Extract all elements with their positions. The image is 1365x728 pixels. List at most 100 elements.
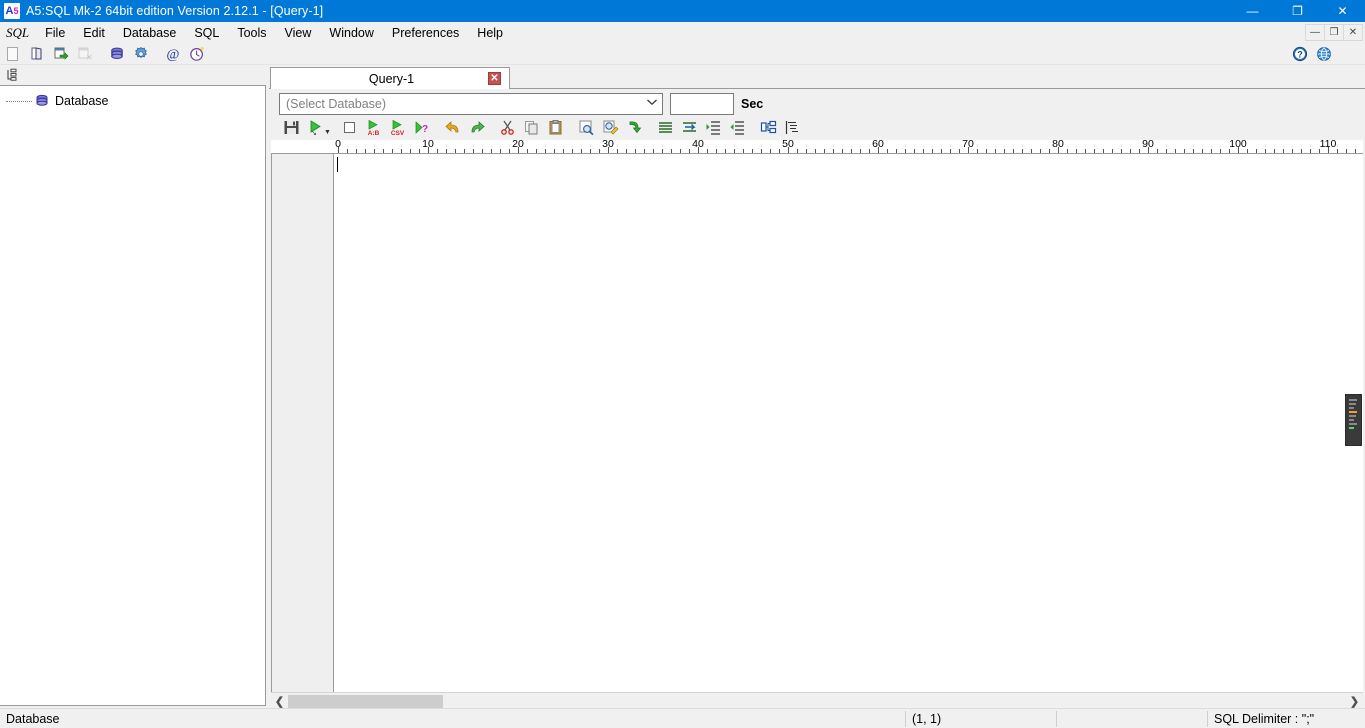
- ruler-tick: [860, 149, 861, 153]
- ruler-tick: [374, 149, 375, 153]
- ruler-tick: [662, 149, 663, 153]
- database-tree[interactable]: Database: [0, 85, 266, 706]
- ruler-tick: [1184, 149, 1185, 153]
- copy-icon[interactable]: [520, 117, 544, 139]
- sql-logo: SQL: [6, 24, 30, 40]
- ruler-tick: [1112, 149, 1113, 153]
- mail-at-icon[interactable]: @: [162, 44, 184, 64]
- ruler-label: 50: [782, 140, 794, 150]
- indent-icon[interactable]: [702, 117, 726, 139]
- mdi-minimize-button[interactable]: —: [1305, 24, 1325, 41]
- menu-item-view[interactable]: View: [276, 24, 321, 42]
- collapse-tree-icon[interactable]: [3, 67, 21, 83]
- scroll-left-icon[interactable]: ❮: [271, 692, 288, 710]
- tab-query-1[interactable]: Query-1 ✕: [270, 67, 510, 90]
- svg-text:↘: ↘: [311, 130, 317, 136]
- query-toolbar: ↘ ▼ A:B CSV ?: [269, 115, 1365, 140]
- tab-strip: Query-1 ✕: [269, 66, 1365, 90]
- execution-plan-icon[interactable]: [781, 117, 805, 139]
- paste-icon[interactable]: [544, 117, 568, 139]
- export-csv-icon[interactable]: CSV: [386, 117, 410, 139]
- ruler-tick: [932, 149, 933, 153]
- status-cursor-position: (1, 1): [912, 711, 942, 726]
- ruler-tick: [869, 149, 870, 153]
- settings-gear-icon[interactable]: [130, 44, 152, 64]
- svg-text:?: ?: [422, 124, 428, 135]
- ruler-tick: [1121, 149, 1122, 153]
- ruler-label: 30: [602, 140, 614, 150]
- close-button[interactable]: ✕: [1320, 0, 1365, 22]
- ruler-tick: [923, 149, 924, 153]
- outdent-icon[interactable]: [726, 117, 750, 139]
- hscroll-thumb[interactable]: [288, 694, 443, 708]
- editor-hscrollbar[interactable]: ❮ ❯: [271, 692, 1363, 710]
- editor-ruler: 0 10 20 30 40 50 60 70 80 90 100 110: [271, 140, 1363, 154]
- ruler-tick: [392, 149, 393, 153]
- menu-item-preferences[interactable]: Preferences: [383, 24, 468, 42]
- database-select-value: (Select Database): [286, 96, 387, 111]
- export-ab-icon[interactable]: A:B: [362, 117, 386, 139]
- delete-table-icon: ✕: [74, 44, 96, 64]
- minimize-button[interactable]: —: [1230, 0, 1275, 22]
- ruler-label: 110: [1319, 140, 1337, 150]
- stop-icon[interactable]: [338, 117, 362, 139]
- goto-line-icon[interactable]: [623, 117, 647, 139]
- find-icon[interactable]: [575, 117, 599, 139]
- ruler-tick: [446, 149, 447, 153]
- redo-icon[interactable]: [465, 117, 489, 139]
- ruler-tick: [1067, 149, 1068, 153]
- tab-close-icon[interactable]: ✕: [488, 72, 501, 85]
- database-icon[interactable]: [106, 44, 128, 64]
- object-tree-icon[interactable]: [757, 117, 781, 139]
- help-circle-icon[interactable]: ?: [1289, 44, 1311, 64]
- app-icon: A5: [4, 3, 20, 19]
- mdi-restore-button[interactable]: ❐: [1324, 24, 1344, 41]
- save-icon[interactable]: [279, 117, 303, 139]
- cut-icon[interactable]: [496, 117, 520, 139]
- sort-lines-icon[interactable]: [678, 117, 702, 139]
- globe-icon[interactable]: [1313, 44, 1335, 64]
- ruler-label: 60: [872, 140, 884, 150]
- import-table-icon[interactable]: [50, 44, 72, 64]
- ruler-tick: [1274, 149, 1275, 153]
- menu-item-tools[interactable]: Tools: [228, 24, 275, 42]
- replace-icon[interactable]: [599, 117, 623, 139]
- ruler-tick: [401, 149, 402, 153]
- menu-item-file[interactable]: File: [36, 24, 74, 42]
- editor-gutter: [272, 154, 334, 692]
- code-minimap[interactable]: [1345, 394, 1362, 446]
- hscroll-track[interactable]: [288, 692, 1363, 710]
- maximize-button[interactable]: ❐: [1275, 0, 1320, 22]
- ruler-tick: [509, 149, 510, 153]
- ruler-label: 90: [1142, 140, 1154, 150]
- open-file-icon[interactable]: [26, 44, 48, 64]
- execute-query-help-icon[interactable]: ?: [410, 117, 434, 139]
- ruler-tick: [995, 149, 996, 153]
- editor-caret: [337, 157, 338, 172]
- tree-node-database[interactable]: Database: [0, 92, 265, 110]
- timeout-input[interactable]: [670, 92, 734, 115]
- ruler-tick: [1130, 149, 1131, 153]
- ruler-tick: [851, 149, 852, 153]
- ruler-tick: [536, 149, 537, 153]
- menu-item-database[interactable]: Database: [114, 24, 186, 42]
- ruler-tick: [419, 149, 420, 153]
- menu-item-help[interactable]: Help: [468, 24, 512, 42]
- ruler-tick: [1310, 149, 1311, 153]
- menu-item-window[interactable]: Window: [320, 24, 382, 42]
- ruler-tick: [770, 149, 771, 153]
- ruler-tick: [1103, 149, 1104, 153]
- mdi-close-button[interactable]: ✕: [1343, 24, 1363, 41]
- menu-item-edit[interactable]: Edit: [74, 24, 114, 42]
- execute-dropdown-icon[interactable]: ▼: [324, 129, 331, 140]
- database-select[interactable]: (Select Database): [279, 92, 663, 115]
- sql-editor[interactable]: [271, 154, 1363, 692]
- globe-clock-icon[interactable]: [186, 44, 208, 64]
- chevron-down-icon[interactable]: [646, 98, 658, 109]
- new-file-icon[interactable]: [2, 44, 24, 64]
- undo-icon[interactable]: [441, 117, 465, 139]
- format-sql-icon[interactable]: [654, 117, 678, 139]
- menu-item-sql[interactable]: SQL: [185, 24, 228, 42]
- ruler-tick: [644, 149, 645, 153]
- ruler-tick: [563, 149, 564, 153]
